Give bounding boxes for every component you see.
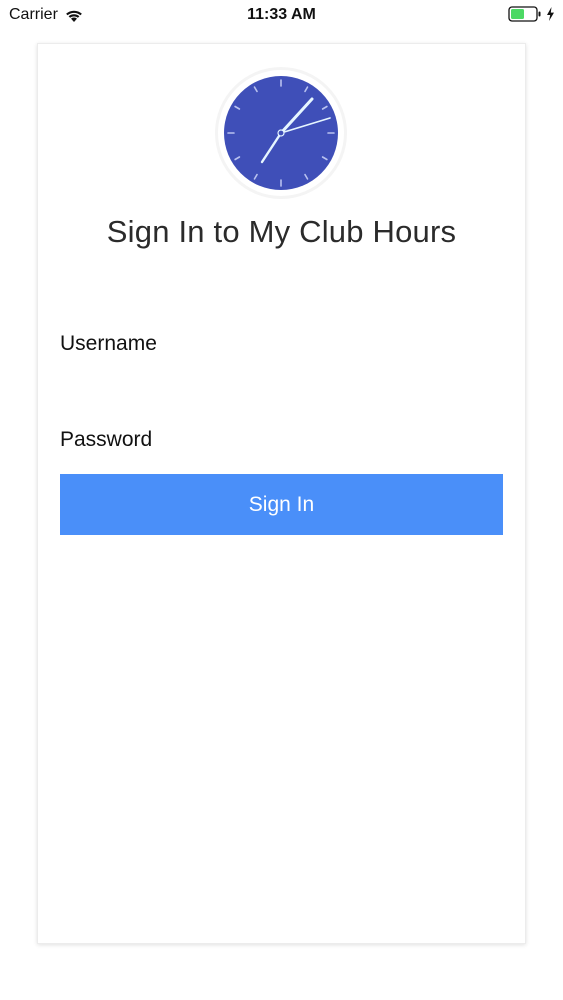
battery-icon (508, 6, 542, 22)
battery-indicator (508, 6, 555, 22)
sign-in-card: Sign In to My Club Hours Sign In (37, 43, 526, 944)
charging-bolt-icon (546, 7, 555, 21)
status-bar: Carrier 11:33 AM (0, 0, 563, 30)
username-field-container (60, 324, 503, 364)
username-input[interactable] (60, 324, 503, 364)
sign-in-button[interactable]: Sign In (60, 474, 503, 535)
password-input[interactable] (60, 420, 503, 460)
clock-logo-icon (214, 66, 348, 200)
page-title: Sign In to My Club Hours (106, 214, 457, 249)
status-time: 11:33 AM (247, 6, 316, 23)
password-field-container (60, 420, 503, 460)
